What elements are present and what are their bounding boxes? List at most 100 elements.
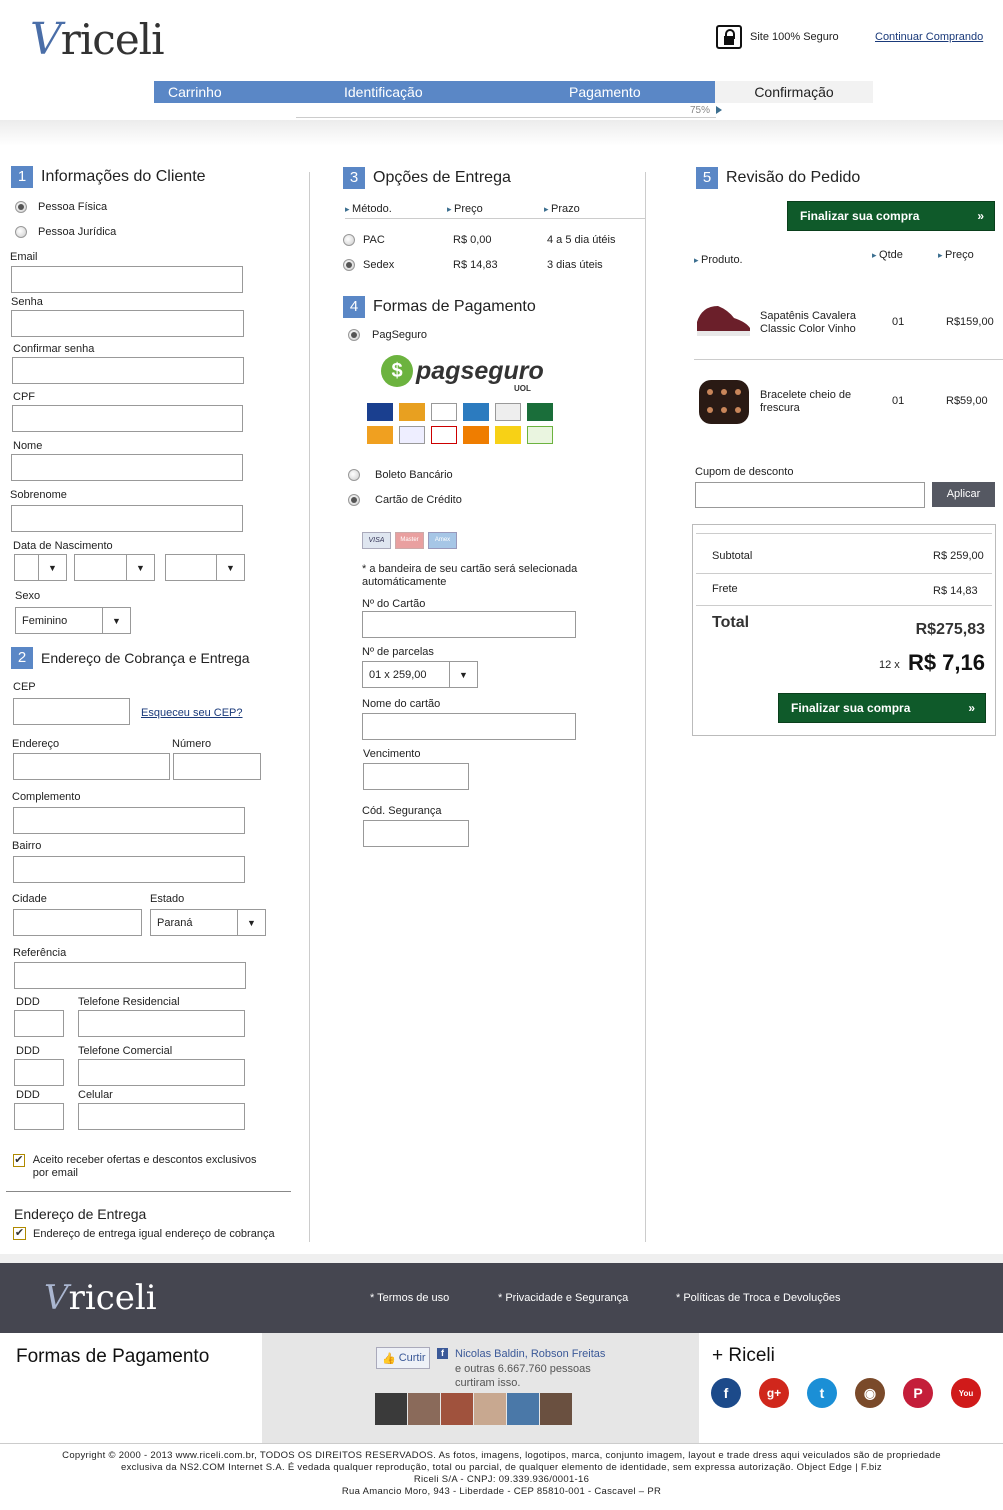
- copyright-line: exclusiva da NS2.COM Internet S.A. É ved…: [121, 1462, 882, 1473]
- divider: [696, 605, 992, 606]
- expiry-label: Vencimento: [363, 748, 421, 760]
- work-phone-label: Telefone Comercial: [78, 1045, 173, 1057]
- sex-label: Sexo: [15, 590, 41, 602]
- progress-bar: 75%: [296, 104, 722, 118]
- google-plus-icon[interactable]: g+: [759, 1378, 789, 1408]
- birth-year-select[interactable]: ▼: [165, 554, 245, 581]
- footer-logo[interactable]: Vriceli: [44, 1278, 157, 1318]
- reference-field[interactable]: [14, 962, 246, 989]
- riceli-logo[interactable]: Vriceli: [30, 14, 190, 65]
- offers-checkbox-row[interactable]: ✔ Aceito receber ofertas e descontos exc…: [13, 1154, 273, 1180]
- bradesco-icon: [431, 426, 457, 444]
- product-price: R$59,00: [946, 395, 988, 407]
- home-phone-field[interactable]: [78, 1010, 245, 1037]
- radio-icon[interactable]: [348, 329, 360, 341]
- facebook-like-button[interactable]: 👍 Curtir: [376, 1347, 430, 1369]
- avatar[interactable]: [540, 1393, 572, 1425]
- visa-icon: [367, 403, 393, 421]
- avatar[interactable]: [441, 1393, 473, 1425]
- secure-badge: Site 100% Seguro: [716, 25, 839, 49]
- pagseguro-payment-logos: [367, 403, 557, 445]
- state-select[interactable]: Paraná ▼: [150, 909, 266, 936]
- avatar[interactable]: [507, 1393, 539, 1425]
- ddd-mobile-field[interactable]: [14, 1103, 64, 1130]
- radio-icon[interactable]: [348, 469, 360, 481]
- mobile-field[interactable]: [78, 1103, 245, 1130]
- city-field[interactable]: [13, 909, 142, 936]
- amex-icon: [463, 403, 489, 421]
- facebook-icon[interactable]: f: [711, 1378, 741, 1408]
- name-field[interactable]: [11, 454, 243, 481]
- work-phone-field[interactable]: [78, 1059, 245, 1086]
- instagram-icon[interactable]: ◉: [855, 1378, 885, 1408]
- shipping-row[interactable]: PAC R$ 0,00 4 a 5 dia útéis: [343, 233, 643, 249]
- card-number-field[interactable]: [362, 611, 576, 638]
- delivery-same-checkbox-row[interactable]: ✔ Endereço de entrega igual endereço de …: [13, 1227, 275, 1240]
- avatar[interactable]: [474, 1393, 506, 1425]
- confirm-password-label: Confirmar senha: [13, 343, 95, 355]
- confirm-password-field[interactable]: [12, 357, 244, 384]
- street-field[interactable]: [13, 753, 170, 780]
- twitter-icon[interactable]: t: [807, 1378, 837, 1408]
- complement-field[interactable]: [13, 807, 245, 834]
- pinterest-icon[interactable]: P: [903, 1378, 933, 1408]
- card-name-field[interactable]: [362, 713, 576, 740]
- forgot-cep-link[interactable]: Esqueceu seu CEP?: [141, 707, 243, 719]
- terms-link[interactable]: * Termos de uso: [370, 1292, 449, 1304]
- column-divider: [645, 172, 646, 1242]
- radio-icon[interactable]: [343, 234, 355, 246]
- expiry-field[interactable]: [363, 763, 469, 790]
- divider: [0, 1443, 1003, 1444]
- district-field[interactable]: [13, 856, 245, 883]
- finish-purchase-button-top[interactable]: Finalizar sua compra »: [787, 201, 995, 231]
- cvv-field[interactable]: [363, 820, 469, 847]
- shipping-time: 4 a 5 dia útéis: [547, 234, 616, 246]
- apply-coupon-button[interactable]: Aplicar: [932, 482, 995, 507]
- facebook-friends[interactable]: Nicolas Baldin, Robson Freitas: [455, 1348, 605, 1360]
- birth-day-select[interactable]: ▼: [14, 554, 67, 581]
- cep-field[interactable]: [13, 698, 130, 725]
- shipping-row[interactable]: Sedex R$ 14,83 3 dias úteis: [343, 258, 643, 274]
- footer-gap: [0, 1254, 1003, 1263]
- radio-pessoa-fisica[interactable]: Pessoa Física: [15, 201, 107, 213]
- installment-value: R$ 7,16: [907, 650, 985, 675]
- email-field[interactable]: [11, 266, 243, 293]
- payment-option-credit-card[interactable]: Cartão de Crédito: [348, 494, 462, 506]
- ddd-label: DDD: [16, 996, 40, 1008]
- offers-checkbox[interactable]: ✔: [13, 1154, 25, 1167]
- privacy-link[interactable]: * Privacidade e Segurança: [498, 1292, 628, 1304]
- delivery-same-checkbox[interactable]: ✔: [13, 1227, 26, 1240]
- card-number-label: Nº do Cartão: [362, 598, 426, 610]
- cpf-field[interactable]: [12, 405, 243, 432]
- radio-icon[interactable]: [15, 226, 27, 238]
- installment-prefix: 12 x: [879, 659, 900, 671]
- radio-icon[interactable]: [348, 494, 360, 506]
- surname-field[interactable]: [11, 505, 243, 532]
- birth-month-select[interactable]: ▼: [74, 554, 155, 581]
- city-label: Cidade: [12, 893, 47, 905]
- radio-icon[interactable]: [15, 201, 27, 213]
- avatar[interactable]: [408, 1393, 440, 1425]
- youtube-icon[interactable]: You: [951, 1378, 981, 1408]
- coupon-field[interactable]: [695, 482, 925, 508]
- ddd-home-field[interactable]: [14, 1010, 64, 1037]
- payment-option-pagseguro[interactable]: PagSeguro: [348, 329, 427, 341]
- continue-shopping-link[interactable]: Continuar Comprando: [875, 31, 983, 43]
- sex-select[interactable]: Feminino ▼: [15, 607, 131, 634]
- password-field[interactable]: [11, 310, 244, 337]
- installments-label: Nº de parcelas: [362, 646, 434, 658]
- number-field[interactable]: [173, 753, 261, 780]
- radio-icon[interactable]: [343, 259, 355, 271]
- progress-label: 75%: [689, 105, 710, 116]
- number-label: Número: [172, 738, 212, 750]
- installments-select[interactable]: 01 x 259,00 ▼: [362, 661, 478, 688]
- avatar[interactable]: [375, 1393, 407, 1425]
- finish-purchase-button-bottom[interactable]: Finalizar sua compra »: [778, 693, 986, 723]
- radio-pessoa-juridica[interactable]: Pessoa Jurídica: [15, 226, 116, 238]
- surname-label: Sobrenome: [10, 489, 67, 501]
- section-title: Formas de Pagamento: [373, 298, 536, 315]
- ddd-work-field[interactable]: [14, 1059, 64, 1086]
- payment-option-boleto[interactable]: Boleto Bancário: [348, 469, 453, 481]
- exchange-policy-link[interactable]: * Políticas de Troca e Devoluções: [676, 1292, 840, 1304]
- section-payment-header: 4 Formas de Pagamento: [343, 296, 536, 318]
